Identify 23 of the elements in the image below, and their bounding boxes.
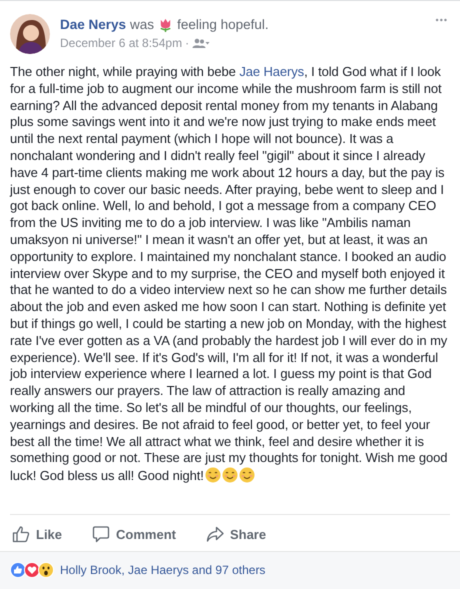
- like-button[interactable]: Like: [12, 523, 62, 545]
- reactions-summary-link[interactable]: Holly Brook, Jae Haerys and 97 others: [60, 562, 266, 578]
- smiley-icon: [238, 467, 255, 484]
- like-reaction-icon: [10, 562, 26, 578]
- feeling-text: feeling hopeful.: [177, 17, 269, 32]
- share-button[interactable]: Share: [206, 523, 266, 545]
- author-name[interactable]: Dae Nerys: [60, 17, 126, 32]
- friends-icon[interactable]: [192, 38, 210, 48]
- thumbs-up-icon: [12, 525, 30, 543]
- comment-button[interactable]: Comment: [92, 523, 176, 545]
- post-timestamp[interactable]: December 6 at 8:54pm: [60, 36, 182, 50]
- surprised-reaction-icon: [38, 562, 54, 578]
- share-arrow-icon: [206, 525, 224, 543]
- activity-text: was: [130, 17, 154, 32]
- smiley-icon: [204, 467, 221, 484]
- tulip-icon: [158, 17, 174, 32]
- mention-link[interactable]: Jae Haerys: [239, 64, 304, 79]
- more-options-button[interactable]: •••: [436, 13, 448, 25]
- separator-dot: ·: [185, 36, 190, 50]
- speech-bubble-icon: [92, 525, 110, 543]
- heart-reaction-icon: [24, 562, 40, 578]
- post-text: The other night, while praying with bebe Jae Haerys, I told God what if I look for a full-time job to augment our income while the mushroom farm is still not earning? All the advanced deposit rental money from my tenants in Alabang plus some savings went into it and we're now just trying to make ends meet until the next rental payment (which I hope will not bounce). It was a nonchalant wondering and I didn't really feel "gigil" about it since I already have 4 part-time clients making me work about 12 hours a day, but the pay is just enough to cover our basic needs. After praying, bebe went to sleep and I got back online. Well, lo and behold, I got a message from a company CEO from the US inviting me to do a job interview. I was like "Ambilis naman umaksyon ni universe!" I mean it wasn't an offer yet, but at least, it was an opportunity to explore. I maintained my nonchalant stance. I booked an audio interview over Skype and to my surprise, the CEO and myself both enjoyed it that he wanted to do a video interview next so he can show me further details about the job and even asked me how soon I can start. Nothing is definite yet but if things go well, I could be starting a new job on Monday, with the highest rate I've ever gotten as a VA (and probably the hardest job I will ever do in my experience). We'll see. If it's God's will, I'm all for it! If not, it was a wonderful job interview experience where I learned a lot. I guess my point is that God really answers our prayers. The law of attraction is really amazing and working all the time. So let's all be mindful of our thoughts, our feelings, yearnings and desires. Be not afraid to feel good, or better yet, to feel your best all the time! We all attract what we think, feel and desire whether it is something good or not. These are just my thoughts for tonight. Wish me good luck! God bless us all! Good night!: [10, 64, 448, 484]
- smiley-icon: [222, 467, 238, 484]
